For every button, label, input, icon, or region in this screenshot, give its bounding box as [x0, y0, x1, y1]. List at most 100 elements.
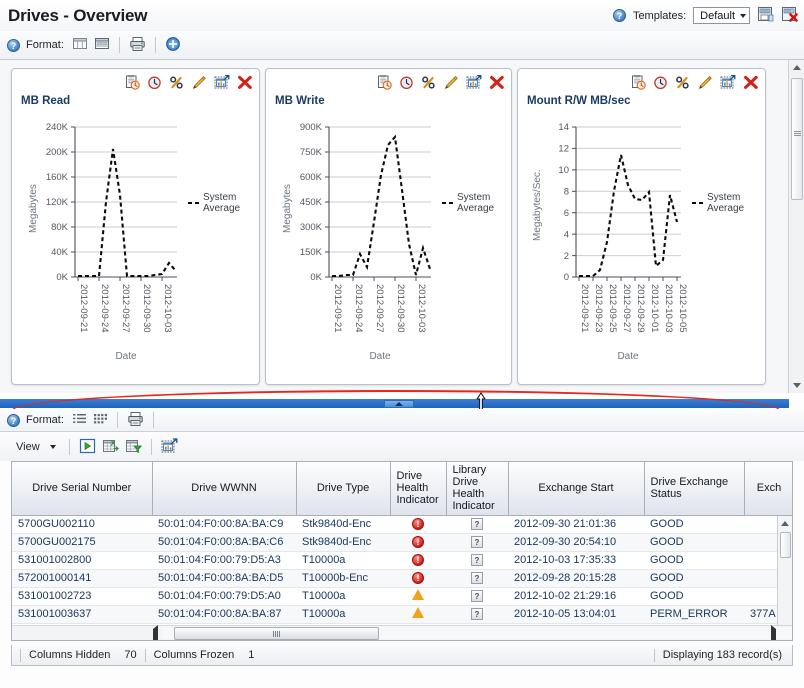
table-row[interactable]: 572001000141 50:01:04:F0:00:8A:BA:D5 T10…	[12, 569, 793, 587]
unknown-icon: ?	[471, 608, 483, 620]
column-header-exchange-start[interactable]: Exchange Start	[508, 462, 644, 515]
clock-icon[interactable]	[653, 75, 668, 93]
print-icon[interactable]	[129, 36, 146, 55]
toolbar-divider	[153, 412, 154, 428]
cell-library-drive-health-indicator: ?	[446, 605, 508, 623]
cell-drive-exchange-status: GOOD	[644, 515, 744, 533]
clock-icon[interactable]	[147, 75, 162, 93]
svg-text:10: 10	[558, 165, 569, 176]
table-row[interactable]: 531001003637 50:01:04:F0:00:8A:BA:87 T10…	[12, 605, 793, 623]
table-row[interactable]: 531001002723 50:01:04:F0:00:79:D5:A0 T10…	[12, 587, 793, 605]
percent-icon[interactable]	[675, 75, 690, 93]
grid-layout-icon[interactable]	[72, 36, 88, 54]
column-header-library-drive-health-indicator[interactable]: Library Drive Health Indicator	[446, 462, 508, 515]
clock-icon[interactable]	[399, 75, 414, 93]
detach-chart-icon[interactable]	[214, 75, 230, 93]
table-format-toolbar: ? Format:	[0, 409, 804, 432]
hscroll-track[interactable]	[162, 627, 792, 639]
title-bar: Drives - Overview ? Templates: Default	[0, 0, 804, 32]
cell-drive-exchange-status: GOOD	[644, 587, 744, 605]
detach-chart-icon[interactable]	[161, 438, 178, 457]
print-icon[interactable]	[127, 411, 144, 430]
schedule-icon[interactable]	[125, 75, 140, 93]
chart-format-toolbar: ? Format:	[0, 31, 804, 60]
edit-pencil-icon[interactable]	[443, 75, 459, 93]
cell-drive-serial-number[interactable]: 5700GU002175	[12, 533, 152, 551]
cell-drive-exchange-status: GOOD	[644, 533, 744, 551]
hscroll-left-arrow[interactable]	[153, 629, 158, 641]
triangle-down-icon	[793, 383, 801, 388]
run-query-icon[interactable]	[79, 438, 96, 457]
svg-text:6: 6	[564, 208, 569, 219]
scroll-down-arrow[interactable]	[789, 378, 804, 393]
cell-drive-wwnn: 50:01:04:F0:00:79:D5:A3	[152, 551, 296, 569]
detail-layout-icon[interactable]	[93, 412, 108, 428]
svg-text:750K: 750K	[300, 147, 323, 158]
cell-drive-health-indicator: !	[390, 569, 446, 587]
column-header-exchange[interactable]: Exch	[744, 462, 793, 515]
grip-icon	[794, 131, 801, 136]
column-header-drive-type[interactable]: Drive Type	[296, 462, 390, 515]
svg-text:2012-09-23: 2012-09-23	[593, 284, 604, 333]
cell-drive-wwnn: 50:01:04:F0:00:8A:BA:C6	[152, 533, 296, 551]
cell-drive-serial-number[interactable]: 531001003637	[12, 605, 152, 623]
critical-icon: !	[412, 572, 424, 584]
help-icon[interactable]: ?	[613, 9, 626, 22]
percent-icon[interactable]	[421, 75, 436, 93]
chevron-down-icon	[740, 14, 746, 18]
save-template-icon[interactable]	[757, 6, 774, 25]
table-vertical-scrollbar[interactable]	[777, 516, 792, 641]
svg-text:12: 12	[558, 144, 569, 155]
title-bar-right-tools: ? Templates: Default	[613, 6, 804, 25]
add-icon[interactable]	[165, 36, 181, 55]
record-count: Displaying 183 record(s)	[663, 649, 792, 661]
cell-drive-exchange-status: PERM_ERROR	[644, 605, 744, 623]
cell-drive-serial-number[interactable]: 5700GU002110	[12, 515, 152, 533]
list-layout-icon[interactable]	[72, 412, 87, 428]
view-menu-button[interactable]: View	[12, 439, 60, 455]
close-icon[interactable]	[237, 75, 253, 93]
close-icon[interactable]	[489, 75, 505, 93]
hscroll-thumb[interactable]	[174, 627, 379, 640]
svg-text:Megabytes/Sec.: Megabytes/Sec.	[532, 169, 543, 241]
column-header-drive-exchange-status[interactable]: Drive Exchange Status	[644, 462, 744, 515]
schedule-icon[interactable]	[377, 75, 392, 93]
help-icon[interactable]: ?	[7, 414, 20, 427]
svg-text:2012-09-30: 2012-09-30	[141, 284, 152, 333]
svg-text:Date: Date	[617, 351, 639, 362]
stacked-layout-icon[interactable]	[94, 36, 110, 54]
table-row[interactable]: 5700GU002110 50:01:04:F0:00:8A:BA:C9 Stk…	[12, 515, 793, 533]
table-scroll-thumb[interactable]	[780, 532, 791, 558]
table-row[interactable]: 531001002800 50:01:04:F0:00:79:D5:A3 T10…	[12, 551, 793, 569]
template-select[interactable]: Default	[693, 7, 750, 24]
critical-icon: !	[412, 554, 424, 566]
svg-text:4: 4	[564, 230, 569, 241]
table-horizontal-scrollbar[interactable]	[12, 625, 793, 640]
charts-pane-scrollbar[interactable]	[788, 60, 804, 393]
export-excel-icon[interactable]: X	[102, 438, 119, 457]
cell-drive-serial-number[interactable]: 531001002800	[12, 551, 152, 569]
scroll-thumb[interactable]	[791, 78, 803, 200]
edit-pencil-icon[interactable]	[191, 75, 207, 93]
cell-drive-type: T10000a	[296, 551, 390, 569]
table-scroll-up-arrow[interactable]	[778, 516, 792, 530]
cell-drive-serial-number[interactable]: 531001002723	[12, 587, 152, 605]
query-filter-icon[interactable]	[125, 438, 142, 457]
column-header-drive-health-indicator[interactable]: Drive Health Indicator	[390, 462, 446, 515]
column-header-drive-wwnn[interactable]: Drive WWNN	[152, 462, 296, 515]
detach-chart-icon[interactable]	[466, 75, 482, 93]
table-row[interactable]: 5700GU002175 50:01:04:F0:00:8A:BA:C6 Stk…	[12, 533, 793, 551]
hscroll-right-arrow[interactable]	[771, 629, 776, 641]
delete-template-icon[interactable]	[781, 6, 798, 25]
percent-icon[interactable]	[169, 75, 184, 93]
svg-text:600K: 600K	[300, 172, 323, 183]
scroll-up-arrow[interactable]	[789, 60, 804, 75]
cell-drive-serial-number[interactable]: 572001000141	[12, 569, 152, 587]
column-header-drive-serial-number[interactable]: Drive Serial Number	[12, 462, 152, 515]
edit-pencil-icon[interactable]	[697, 75, 713, 93]
schedule-icon[interactable]	[631, 75, 646, 93]
help-icon[interactable]: ?	[7, 39, 20, 52]
splitter-collapse-button[interactable]	[384, 400, 414, 408]
close-icon[interactable]	[743, 75, 759, 93]
detach-chart-icon[interactable]	[720, 75, 736, 93]
